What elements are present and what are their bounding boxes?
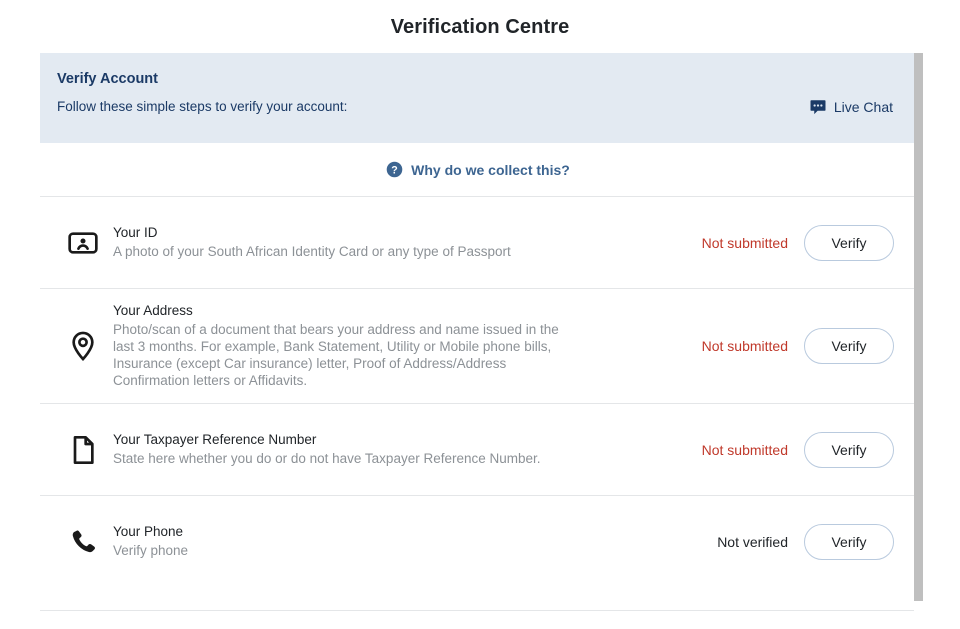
document-icon [40,434,102,466]
verification-row-address: Your Address Photo/scan of a document th… [40,288,916,403]
status-badge: Not submitted [701,441,788,458]
item-description: A photo of your South African Identity C… [113,244,511,259]
live-chat-label: Live Chat [833,99,893,115]
item-action-group: Not submitted Verify [702,328,916,364]
item-title: Your Address [113,303,193,318]
item-action-group: Not verified Verify [717,523,916,560]
banner-subtitle: Follow these simple steps to verify your… [57,99,348,114]
banner-text-group: Verify Account Follow these simple steps… [57,70,347,114]
verification-card: Verify Account Follow these simple steps… [40,53,916,587]
banner-title: Verify Account [57,71,158,87]
list-divider [40,610,916,611]
status-badge: Not submitted [701,338,788,354]
verify-button[interactable]: Verify [804,328,894,364]
page-title: Verification Centre [390,16,570,38]
scrollbar-thumb[interactable] [914,53,923,601]
status-badge: Not verified [717,533,788,550]
verify-account-banner: Verify Account Follow these simple steps… [40,53,916,143]
verification-row-id: Your ID A photo of your South African Id… [40,196,916,288]
item-description: State here whether you do or do not have… [113,451,541,466]
item-text-group: Your Taxpayer Reference Number State her… [102,432,572,467]
live-chat-button[interactable]: Live Chat [809,98,893,116]
item-text-group: Your Phone Verify phone [102,524,572,559]
status-badge: Not submitted [701,234,788,251]
chat-bubble-icon [809,98,827,116]
verification-row-taxpayer: Your Taxpayer Reference Number State her… [40,403,916,495]
item-action-group: Not submitted Verify [701,431,916,468]
verify-button[interactable]: Verify [804,431,894,468]
why-collect-label: Why do we collect this? [411,161,570,178]
item-text-group: Your Address Photo/scan of a document th… [102,303,572,389]
item-text-group: Your ID A photo of your South African Id… [102,225,572,260]
item-description: Verify phone [113,543,189,558]
question-circle-icon: ? [386,161,403,178]
item-description: Photo/scan of a document that bears your… [113,322,559,388]
location-pin-icon [40,330,102,362]
verify-button[interactable]: Verify [804,224,894,261]
id-card-icon [40,227,102,259]
why-collect-link[interactable]: ? Why do we collect this? [40,143,916,196]
verify-button[interactable]: Verify [804,523,894,560]
verification-row-phone: Your Phone Verify phone Not verified Ver… [40,495,916,587]
verification-centre-page: Verification Centre Verify Account Follo… [0,0,960,629]
item-title: Your Taxpayer Reference Number [113,432,317,447]
svg-text:?: ? [391,164,397,176]
item-title: Your ID [113,225,158,240]
item-title: Your Phone [113,524,184,539]
item-action-group: Not submitted Verify [701,224,916,261]
phone-icon [40,527,102,557]
